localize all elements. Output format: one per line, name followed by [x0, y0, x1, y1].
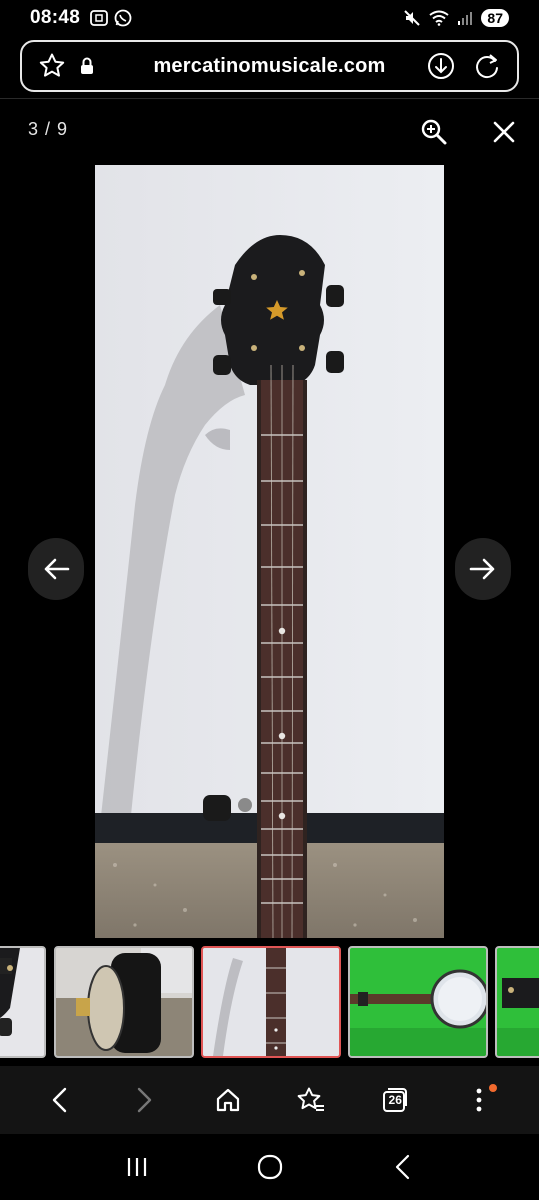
zoom-in-icon	[421, 119, 447, 145]
wifi-icon	[429, 10, 450, 26]
thumbnail-3[interactable]	[201, 946, 341, 1058]
mute-icon	[404, 10, 421, 26]
thumbnail-2[interactable]	[54, 946, 194, 1058]
banjo-neck-photo	[95, 165, 444, 938]
forward-button[interactable]	[124, 1080, 164, 1120]
system-navigation-bar	[0, 1134, 539, 1200]
thumbnail-strip[interactable]	[0, 946, 539, 1058]
browser-toolbar: 26	[0, 1066, 539, 1134]
recent-apps-button[interactable]	[117, 1147, 157, 1187]
whatsapp-icon	[114, 9, 132, 27]
recents-icon	[127, 1158, 146, 1176]
star-list-icon	[297, 1087, 325, 1111]
bookmarks-button[interactable]	[291, 1080, 331, 1120]
gallery-main-image[interactable]	[95, 165, 444, 938]
thumbnail-4[interactable]	[348, 946, 488, 1058]
zoom-button[interactable]	[420, 118, 448, 146]
more-vertical-icon	[476, 1088, 482, 1112]
tabs-button[interactable]: 26	[375, 1080, 415, 1120]
chevron-right-icon	[137, 1087, 151, 1113]
chevron-left-icon	[52, 1087, 67, 1113]
url-bar[interactable]: mercatinomusicale.com	[20, 40, 519, 92]
thumbnail-1[interactable]	[0, 946, 46, 1058]
menu-button[interactable]	[459, 1080, 499, 1120]
home-circle-icon	[257, 1154, 282, 1180]
next-image-button[interactable]	[455, 538, 511, 600]
battery-indicator: 87	[481, 9, 509, 27]
arrow-right-icon	[469, 558, 495, 580]
system-home-button[interactable]	[250, 1147, 290, 1187]
previous-image-button[interactable]	[28, 538, 84, 600]
signal-icon	[458, 12, 473, 25]
home-icon	[216, 1088, 239, 1112]
arrow-left-icon	[44, 558, 70, 580]
home-button[interactable]	[208, 1080, 248, 1120]
back-button[interactable]	[40, 1080, 80, 1120]
system-back-button[interactable]	[383, 1147, 423, 1187]
back-chevron-icon	[395, 1154, 409, 1180]
toolbar-divider	[0, 98, 539, 99]
status-notification-icons	[90, 9, 132, 27]
star-bookmark-icon[interactable]	[38, 52, 66, 80]
notification-dot	[489, 1084, 498, 1092]
tab-count: 26	[388, 1093, 402, 1107]
status-bar: 08:48 87	[0, 0, 539, 36]
reload-icon[interactable]	[473, 52, 501, 80]
close-icon	[493, 121, 515, 143]
download-icon[interactable]	[427, 52, 455, 80]
lock-icon	[81, 57, 93, 74]
screenshot-notification-icon	[90, 10, 109, 26]
thumbnail-5[interactable]	[495, 946, 539, 1058]
close-gallery-button[interactable]	[490, 118, 518, 146]
image-counter: 3 / 9	[28, 119, 69, 139]
status-time: 08:48	[30, 7, 81, 28]
